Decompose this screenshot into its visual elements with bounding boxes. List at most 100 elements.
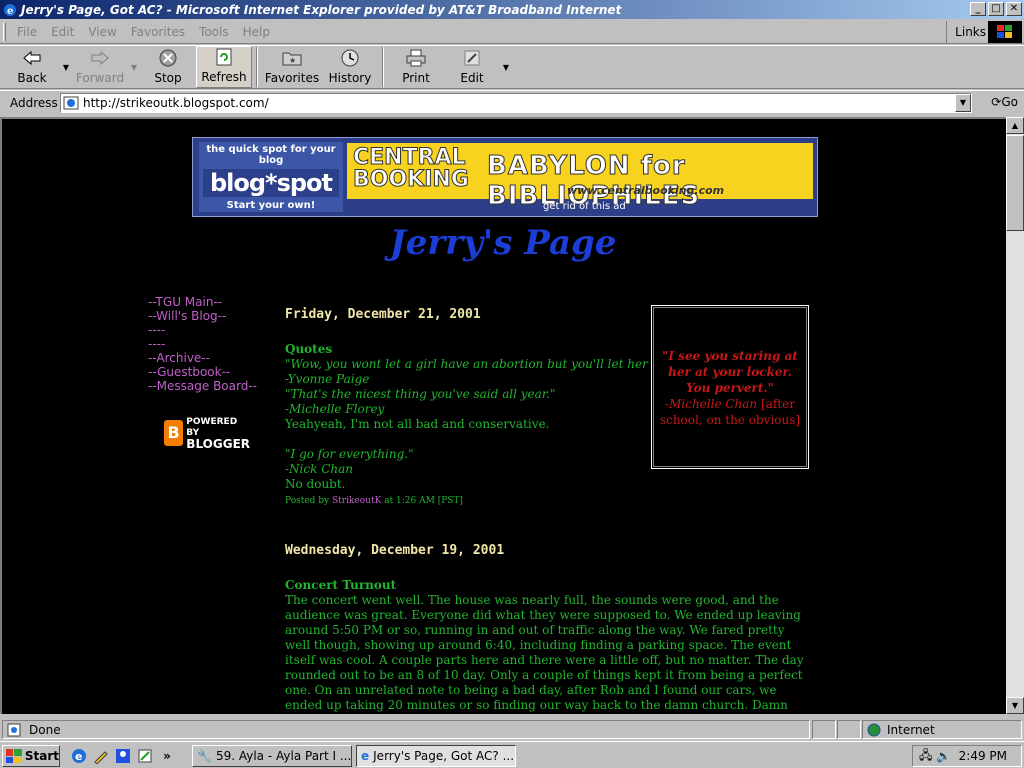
powered-by-line: POWERED BY xyxy=(186,416,238,438)
pencil-quicklaunch-icon[interactable] xyxy=(92,747,110,765)
post-date: Wednesday, December 19, 2001 xyxy=(285,543,505,558)
taskbar-item-ayla[interactable]: 🔧 59. Ayla - Ayla Part I ... xyxy=(192,745,352,767)
status-cell xyxy=(837,720,861,739)
menu-file[interactable]: File xyxy=(10,25,44,39)
vertical-scrollbar[interactable]: ▲ ▼ xyxy=(1006,117,1024,714)
refresh-icon xyxy=(213,47,235,67)
wrench-icon: 🔧 xyxy=(197,749,212,763)
scroll-up-icon[interactable]: ▲ xyxy=(1006,117,1024,134)
person-quicklaunch-icon[interactable] xyxy=(114,747,132,765)
sidebar-link-tgu-main[interactable]: --TGU Main-- xyxy=(148,295,257,309)
security-zone: Internet xyxy=(862,720,1022,739)
taskbar: Start e » 🔧 59. Ayla - Ayla Part I ... e… xyxy=(0,741,1024,768)
post-body: The concert went well. The house was nea… xyxy=(285,593,804,714)
favorites-button[interactable]: ★ Favorites xyxy=(262,46,322,88)
quote-text: "I see you staring at her at your locker… xyxy=(662,349,798,395)
scroll-down-icon[interactable]: ▼ xyxy=(1006,697,1024,714)
central-booking-slogan: BABYLON for BIBLIOPHILES xyxy=(487,151,701,212)
address-bar: Address http://strikeoutk.blogspot.com/ … xyxy=(0,90,1024,115)
svg-text:★: ★ xyxy=(289,56,296,65)
scroll-thumb[interactable] xyxy=(1006,135,1024,231)
close-button[interactable]: ✕ xyxy=(1006,2,1022,16)
banner-ad[interactable]: the quick spot for your blog blog*spot S… xyxy=(192,137,818,217)
forward-button[interactable]: Forward xyxy=(72,46,128,88)
post-title: Concert Turnout xyxy=(285,578,397,592)
internet-globe-icon xyxy=(867,723,881,736)
address-url: http://strikeoutk.blogspot.com/ xyxy=(83,96,269,110)
forward-dropdown-icon[interactable]: ▼ xyxy=(128,46,140,88)
volume-icon[interactable]: 🔈 xyxy=(936,749,951,763)
history-icon xyxy=(339,48,361,68)
go-button[interactable]: ⟳Go xyxy=(991,95,1018,109)
ie-quicklaunch-icon[interactable]: e xyxy=(70,747,88,765)
sidebar-link-blank-2[interactable]: ---- xyxy=(148,337,257,351)
clock[interactable]: 2:49 PM xyxy=(959,749,1007,763)
post-footer-prefix: Posted by xyxy=(285,496,330,506)
status-cell xyxy=(812,720,836,739)
favorites-folder-icon: ★ xyxy=(281,48,303,68)
edit-button[interactable]: Edit xyxy=(444,46,500,88)
taskbar-item-label: Jerry's Page, Got AC? ... xyxy=(373,749,515,763)
refresh-label: Refresh xyxy=(201,70,247,84)
blogspot-ad-panel[interactable]: the quick spot for your blog blog*spot S… xyxy=(199,142,343,212)
central-booking-ad-panel[interactable]: CENTRAL BOOKING BABYLON for BIBLIOPHILES … xyxy=(347,143,813,212)
window-title: Jerry's Page, Got AC? - Microsoft Intern… xyxy=(21,2,622,17)
printer-icon xyxy=(405,48,427,68)
menu-tools[interactable]: Tools xyxy=(192,25,236,39)
print-button[interactable]: Print xyxy=(388,46,444,88)
toolbar-separator xyxy=(256,47,258,87)
svg-text:e: e xyxy=(7,6,13,17)
sidebar-link-blank-1[interactable]: ---- xyxy=(148,323,257,337)
favorites-label: Favorites xyxy=(264,71,320,85)
blogspot-tagline: the quick spot for your blog xyxy=(206,144,336,166)
back-label: Back xyxy=(17,71,47,85)
remove-ad-link[interactable]: get rid of this ad xyxy=(543,201,626,212)
sidebar-link-message-board[interactable]: --Message Board-- xyxy=(148,379,257,393)
forward-arrow-icon xyxy=(89,48,111,68)
edit-label: Edit xyxy=(460,71,484,85)
start-button[interactable]: Start xyxy=(2,745,60,767)
maximize-button[interactable]: □ xyxy=(988,2,1004,16)
taskbar-item-label: 59. Ayla - Ayla Part I ... xyxy=(215,749,352,763)
address-dropdown-icon[interactable]: ▼ xyxy=(955,94,971,112)
menu-help[interactable]: Help xyxy=(236,25,277,39)
sidebar-link-archive[interactable]: --Archive-- xyxy=(148,351,257,365)
go-label: Go xyxy=(1001,95,1018,109)
sidebar-link-guestbook[interactable]: --Guestbook-- xyxy=(148,365,257,379)
stop-button[interactable]: Stop xyxy=(140,46,196,88)
edit-dropdown-icon[interactable]: ▼ xyxy=(500,46,512,88)
more-chevron-icon[interactable]: » xyxy=(158,747,176,765)
cb-logo-line2: BOOKING xyxy=(353,167,470,192)
powered-by-blogger-badge[interactable]: B POWERED BY BLOGGER xyxy=(164,416,250,450)
minimize-button[interactable]: _ xyxy=(970,2,986,16)
address-label: Address xyxy=(10,96,58,110)
go-arrow-icon: ⟳ xyxy=(991,95,1002,109)
page-icon xyxy=(63,96,79,110)
post-line: No doubt. xyxy=(285,477,346,491)
toolbar-separator xyxy=(382,47,384,87)
ie-page-icon: e xyxy=(361,749,370,763)
page-viewport: the quick spot for your blog blog*spot S… xyxy=(0,117,1006,714)
blogspot-cta: Start your own! xyxy=(226,200,316,211)
post-author-link[interactable]: StrikeoutK xyxy=(332,496,381,506)
refresh-button[interactable]: Refresh xyxy=(196,46,252,88)
title-bar[interactable]: e Jerry's Page, Got AC? - Microsoft Inte… xyxy=(0,0,1024,19)
address-input[interactable]: http://strikeoutk.blogspot.com/ ▼ xyxy=(60,93,972,113)
network-icon[interactable]: 🖧 xyxy=(919,746,932,767)
menu-edit[interactable]: Edit xyxy=(44,25,81,39)
page-done-icon xyxy=(7,723,21,736)
links-button[interactable]: Links xyxy=(946,21,986,43)
central-booking-url: www.centralbooking.com xyxy=(567,184,725,197)
windows-flag-icon xyxy=(6,749,22,763)
taskbar-item-jerrys-page[interactable]: e Jerry's Page, Got AC? ... xyxy=(356,745,516,767)
stop-label: Stop xyxy=(154,71,182,85)
back-dropdown-icon[interactable]: ▼ xyxy=(60,46,72,88)
notepad-quicklaunch-icon[interactable] xyxy=(136,747,154,765)
sidebar-link-wills-blog[interactable]: --Will's Blog-- xyxy=(148,309,257,323)
menu-view[interactable]: View xyxy=(81,25,123,39)
back-button[interactable]: Back xyxy=(4,46,60,88)
status-text: Done xyxy=(29,722,61,737)
status-text-panel: Done xyxy=(2,720,810,739)
history-button[interactable]: History xyxy=(322,46,378,88)
menu-favorites[interactable]: Favorites xyxy=(124,25,192,39)
